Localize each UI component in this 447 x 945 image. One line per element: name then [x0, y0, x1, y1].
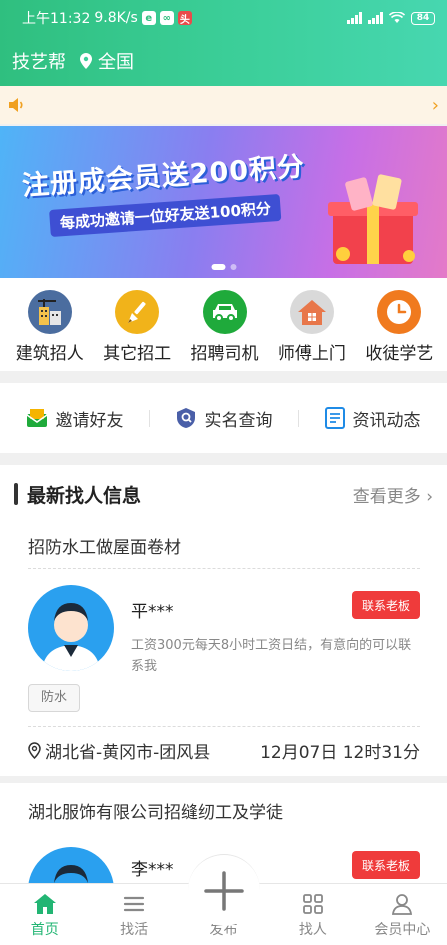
chevron-right-icon: ›	[431, 94, 439, 116]
category-label: 建筑招人	[15, 344, 84, 364]
status-bar: 上午11:32 9.8K/s e ∞ 头 84	[0, 0, 447, 36]
quick-link-label: 资讯动态	[352, 410, 421, 431]
grid-icon	[303, 894, 323, 914]
signal-2-icon	[368, 12, 383, 24]
invite-friends-link[interactable]: 邀请好友	[0, 406, 149, 431]
location-pin-icon	[80, 53, 92, 69]
user-icon	[392, 894, 413, 915]
tab-label: 会员中心	[374, 922, 431, 938]
tab-member-center[interactable]: 会员中心	[358, 884, 447, 945]
banner-subline: 每成功邀请一位好友送100积分	[49, 193, 282, 237]
app-screen: 上午11:32 9.8K/s e ∞ 头 84 技艺帮 全国 › 注册成会员送2…	[0, 0, 447, 945]
category-label: 招聘司机	[190, 344, 259, 364]
document-icon	[324, 407, 345, 429]
contact-boss-button[interactable]: 联系老板	[351, 591, 420, 619]
wifi-icon	[389, 12, 405, 23]
job-location-text: 湖北省-黄冈市-团风县	[45, 743, 211, 763]
news-link[interactable]: 资讯动态	[298, 406, 447, 431]
news-notification-icon: 头	[177, 11, 192, 26]
category-home-service[interactable]: 师傅上门	[268, 290, 355, 371]
brush-icon	[115, 290, 160, 334]
avatar	[28, 585, 114, 671]
tab-label: 首页	[30, 922, 59, 938]
location-selector[interactable]: 全国	[80, 48, 134, 74]
divider	[0, 776, 447, 783]
status-time: 上午11:32	[22, 11, 91, 27]
id-badge-icon	[176, 408, 195, 428]
banner-dot-active	[211, 264, 225, 270]
location-label: 全国	[98, 52, 134, 73]
banner-pagination	[211, 264, 236, 270]
job-tag: 防水	[28, 684, 81, 712]
job-description: 工资300元每天8小时工资日结，有意向的可以联系我	[131, 638, 412, 674]
network-speed: 9.8K/s	[94, 10, 138, 26]
speaker-icon	[9, 98, 23, 112]
quick-links: 邀请好友 实名查询 资讯动态	[0, 383, 447, 453]
battery-icon: 84	[411, 11, 435, 25]
category-apprentice[interactable]: 收徒学艺	[356, 290, 443, 371]
real-name-check-link[interactable]: 实名查询	[149, 406, 298, 431]
clock-icon	[377, 290, 422, 334]
heading-accent	[14, 483, 18, 505]
user-name: 李***	[131, 860, 174, 880]
category-grid: 建筑招人 其它招工 招聘司机 师傅上门 收徒学艺	[0, 278, 447, 371]
plus-icon	[204, 870, 244, 911]
category-driver[interactable]: 招聘司机	[181, 290, 268, 371]
quick-link-label: 实名查询	[204, 410, 273, 431]
home-icon	[33, 894, 56, 914]
list-heading: 最新找人信息	[27, 484, 142, 507]
user-name: 平***	[131, 602, 174, 622]
job-card[interactable]: 招防水工做屋面卷材 平*** 联系老板 工资300元每天8小时工资日结，有意向的…	[0, 523, 447, 774]
app-notification-icon: e	[141, 11, 156, 25]
see-more-label: 查看更多	[352, 486, 421, 507]
category-label: 收徒学艺	[365, 344, 434, 364]
job-title: 湖北服饰有限公司招缝纫工及学徒	[28, 802, 283, 823]
contact-boss-button[interactable]: 联系老板	[351, 851, 420, 879]
category-other[interactable]: 其它招工	[93, 290, 180, 371]
notice-bar[interactable]: ›	[0, 86, 447, 124]
tab-label: 找活	[120, 922, 149, 938]
tab-home[interactable]: 首页	[0, 884, 89, 945]
tab-label: 找人	[298, 922, 327, 938]
title-bar: 技艺帮 全国	[0, 36, 447, 86]
see-more-link[interactable]: 查看更多 ›	[353, 482, 433, 507]
cloud-notification-icon: ∞	[159, 11, 174, 25]
location-pin-icon	[28, 742, 41, 759]
banner-dot	[230, 264, 236, 270]
header: 上午11:32 9.8K/s e ∞ 头 84 技艺帮 全国	[0, 0, 447, 86]
building-icon	[27, 290, 72, 334]
promo-banner[interactable]: 注册成会员送200积分 每成功邀请一位好友送100积分	[0, 126, 447, 278]
job-body: 平*** 联系老板 工资300元每天8小时工资日结，有意向的可以联系我	[0, 569, 447, 684]
envelope-icon	[26, 409, 47, 427]
app-title: 技艺帮	[12, 52, 66, 73]
signal-icon	[347, 12, 362, 24]
bottom-tab-bar: 首页 找活 发布 找人 会员中心	[0, 854, 447, 945]
job-time: 12月07日 12时31分	[260, 743, 420, 763]
car-icon	[202, 290, 247, 334]
list-header: 最新找人信息 查看更多 ›	[0, 465, 447, 523]
category-label: 师傅上门	[277, 344, 346, 364]
job-meta: 湖北省-黄冈市-团风县 12月07日 12时31分	[28, 726, 420, 774]
tab-find-people[interactable]: 找人	[268, 884, 357, 945]
quick-link-label: 邀请好友	[55, 410, 124, 431]
gift-box-icon	[328, 174, 418, 264]
publish-bump	[188, 854, 260, 926]
job-title: 招防水工做屋面卷材	[28, 523, 420, 569]
tab-find-work[interactable]: 找活	[89, 884, 178, 945]
job-location: 湖北省-黄冈市-团风县	[28, 738, 210, 763]
menu-icon	[124, 896, 145, 912]
category-label: 其它招工	[103, 344, 172, 364]
house-icon	[289, 290, 334, 334]
category-construction[interactable]: 建筑招人	[6, 290, 93, 371]
